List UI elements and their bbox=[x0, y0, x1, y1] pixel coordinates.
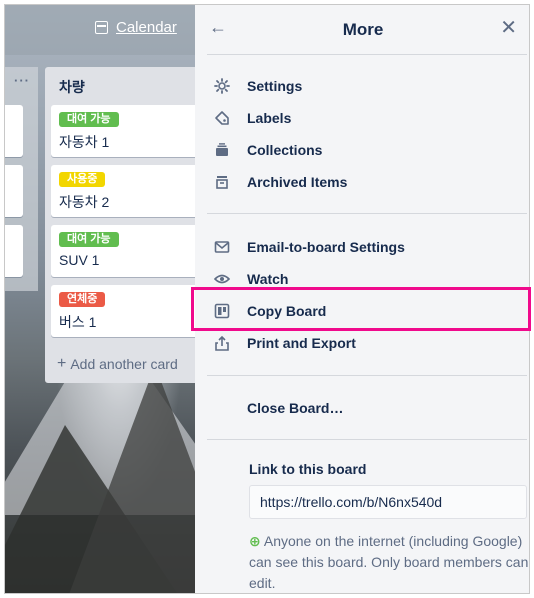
archive-icon bbox=[213, 173, 231, 191]
divider bbox=[207, 54, 527, 55]
menu-item-label: Copy Board bbox=[247, 303, 327, 319]
divider bbox=[207, 213, 527, 214]
card-title: SUV 1 bbox=[59, 252, 100, 268]
divider bbox=[207, 375, 527, 376]
close-icon[interactable]: ✕ bbox=[500, 15, 517, 40]
calendar-button[interactable]: Calendar bbox=[95, 19, 177, 36]
mail-icon bbox=[213, 238, 231, 256]
plus-icon: + bbox=[57, 355, 67, 372]
menu-panel: ← More ✕ Settings Labels Collections Arc… bbox=[195, 5, 529, 593]
card-item[interactable]: 대여 가능 SUV 1 bbox=[51, 225, 195, 277]
menu-item-labels[interactable]: Labels bbox=[213, 105, 523, 131]
card-item[interactable]: 사용중 자동차 2 bbox=[51, 165, 195, 217]
menu-item-watch[interactable]: Watch bbox=[213, 266, 523, 292]
divider bbox=[207, 439, 527, 440]
close-board-button[interactable]: Close Board… bbox=[247, 395, 529, 421]
menu-item-copy-board[interactable]: Copy Board bbox=[213, 298, 523, 324]
eye-icon bbox=[213, 270, 231, 288]
partial-list: ··· bbox=[5, 67, 38, 291]
list-menu-icon[interactable]: ··· bbox=[14, 73, 30, 88]
menu-item-label: Settings bbox=[247, 78, 303, 94]
tag-icon bbox=[213, 109, 231, 127]
board-link-input[interactable] bbox=[249, 485, 527, 519]
card-title: 버스 1 bbox=[59, 314, 97, 330]
panel-header: ← More ✕ bbox=[195, 5, 529, 55]
visibility-info-text: Anyone on the internet (including Google… bbox=[249, 533, 529, 591]
menu-item-settings[interactable]: Settings bbox=[213, 73, 523, 99]
app-frame: Calendar ··· 차량 대여 가능 자동차 1 사용중 자동차 2 대여… bbox=[4, 4, 530, 594]
menu-item-label: Collections bbox=[247, 142, 323, 158]
menu-item-archived[interactable]: Archived Items bbox=[213, 169, 523, 195]
calendar-label: Calendar bbox=[116, 19, 177, 36]
board-icon bbox=[213, 302, 231, 320]
board-background: Calendar ··· 차량 대여 가능 자동차 1 사용중 자동차 2 대여… bbox=[5, 5, 195, 593]
card-title: 자동차 1 bbox=[59, 134, 110, 150]
link-heading: Link to this board bbox=[249, 461, 367, 477]
visibility-info: ⊕ Anyone on the internet (including Goog… bbox=[249, 531, 529, 593]
share-icon bbox=[213, 334, 231, 352]
menu-item-label: Print and Export bbox=[247, 335, 356, 351]
add-card-button[interactable]: + Add another card bbox=[57, 355, 178, 373]
menu-item-email-settings[interactable]: Email-to-board Settings bbox=[213, 234, 523, 260]
collections-icon bbox=[213, 141, 231, 159]
menu-item-label: Watch bbox=[247, 271, 289, 287]
menu-item-print-export[interactable]: Print and Export bbox=[213, 330, 523, 356]
card-label: 대여 가능 bbox=[59, 112, 119, 127]
card-fragment[interactable] bbox=[5, 225, 23, 277]
menu-item-label: Labels bbox=[247, 110, 292, 126]
card-item[interactable]: 연체중 버스 1 bbox=[51, 285, 195, 337]
card-item[interactable]: 대여 가능 자동차 1 bbox=[51, 105, 195, 157]
card-title: 자동차 2 bbox=[59, 194, 110, 210]
menu-item-label: Email-to-board Settings bbox=[247, 239, 405, 255]
panel-title: More bbox=[342, 20, 384, 39]
gear-icon bbox=[213, 77, 231, 95]
list-title[interactable]: 차량 bbox=[59, 77, 85, 97]
menu-item-collections[interactable]: Collections bbox=[213, 137, 523, 163]
card-fragment[interactable] bbox=[5, 105, 23, 157]
close-board-label: Close Board… bbox=[247, 400, 344, 416]
calendar-icon bbox=[95, 21, 108, 34]
globe-icon: ⊕ bbox=[249, 533, 261, 549]
card-fragment[interactable] bbox=[5, 165, 23, 217]
list-vehicles: 차량 대여 가능 자동차 1 사용중 자동차 2 대여 가능 SUV 1 연체중… bbox=[45, 67, 195, 383]
menu-item-label: Archived Items bbox=[247, 174, 348, 190]
add-card-label: Add another card bbox=[70, 356, 178, 372]
card-label: 연체중 bbox=[59, 292, 106, 307]
card-label: 사용중 bbox=[59, 172, 106, 187]
card-label: 대여 가능 bbox=[59, 232, 119, 247]
